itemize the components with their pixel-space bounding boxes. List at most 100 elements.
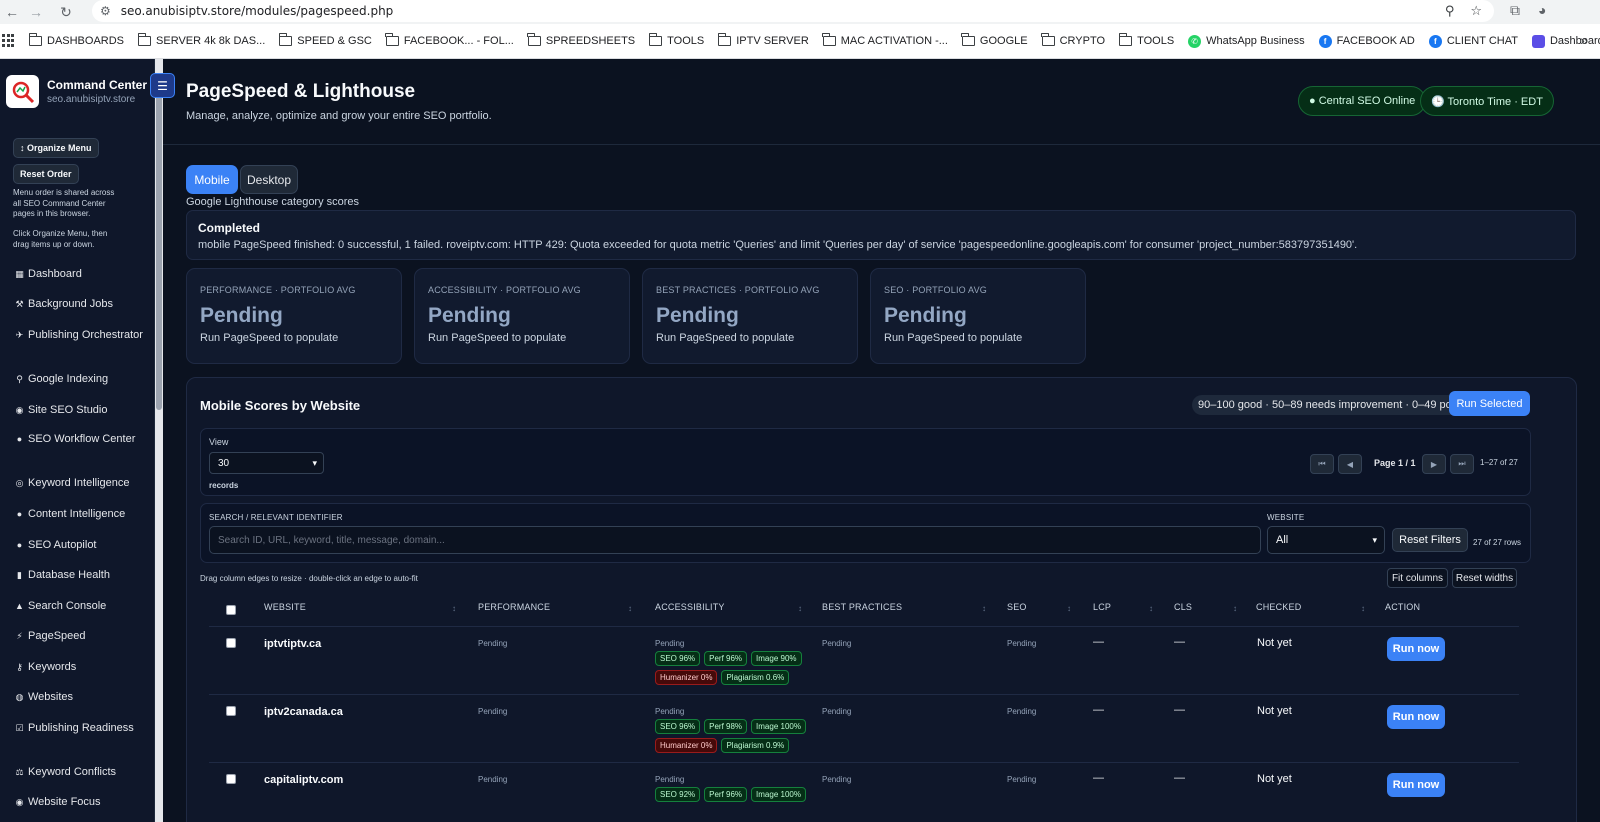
sidebar-item-database-health[interactable]: ▮ Database Health bbox=[14, 569, 144, 582]
column-header-cls[interactable]: CLS bbox=[1174, 602, 1192, 612]
sidebar-item-background-jobs[interactable]: ⚒ Background Jobs bbox=[14, 298, 144, 311]
folder-icon bbox=[822, 33, 836, 46]
column-header-performance[interactable]: PERFORMANCE bbox=[478, 602, 550, 612]
bookmark-label: TOOLS bbox=[1137, 35, 1175, 47]
column-header-lcp[interactable]: LCP bbox=[1093, 602, 1111, 612]
sort-icon[interactable]: ↕ bbox=[982, 604, 986, 613]
bookmark-item[interactable]: ✆ WhatsApp Business bbox=[1181, 29, 1311, 53]
website-cell[interactable]: iptvtiptv.ca bbox=[264, 638, 321, 650]
first-page-icon[interactable]: ⏮ bbox=[1310, 454, 1334, 474]
column-header-website[interactable]: WEBSITE bbox=[264, 602, 306, 612]
bookmark-item[interactable]: FACEBOOK... - FOL... bbox=[379, 29, 521, 53]
bookmark-item[interactable]: IPTV SERVER bbox=[711, 29, 816, 53]
bookmarks-overflow-icon[interactable]: » bbox=[1580, 32, 1588, 48]
forward-arrow-icon[interactable]: → bbox=[24, 0, 48, 24]
sidebar-item-keyword-intelligence[interactable]: ◎ Keyword Intelligence bbox=[14, 477, 144, 490]
sidebar-item-keyword-conflicts[interactable]: ⚖ Keyword Conflicts bbox=[14, 766, 144, 779]
tab-desktop[interactable]: Desktop bbox=[240, 165, 298, 194]
sidebar-item-search-console[interactable]: ▲ Search Console bbox=[14, 600, 144, 613]
bookmark-item[interactable]: Dashboard bbox=[1525, 29, 1600, 53]
prev-page-icon[interactable]: ◀ bbox=[1338, 454, 1362, 474]
sidebar-item-content-intelligence[interactable]: ● Content Intelligence bbox=[14, 508, 144, 521]
scores-panel: Mobile Scores by Website 90–100 good · 5… bbox=[186, 377, 1577, 822]
sidebar-scroll-thumb[interactable] bbox=[156, 75, 162, 410]
sort-icon[interactable]: ↕ bbox=[1361, 604, 1365, 613]
bookmark-item[interactable]: TOOLS bbox=[642, 29, 711, 53]
address-bar[interactable]: ⚙ seo.anubisiptv.store/modules/pagespeed… bbox=[92, 0, 1494, 22]
sidebar-toggle-menu-icon[interactable]: ☰ bbox=[150, 73, 175, 98]
row-checkbox[interactable] bbox=[226, 638, 236, 648]
bookmark-item[interactable]: MAC ACTIVATION -... bbox=[816, 29, 955, 53]
next-page-icon[interactable]: ▶ bbox=[1422, 454, 1446, 474]
reset-order-button[interactable]: Reset Order bbox=[13, 164, 79, 184]
sort-icon[interactable]: ↕ bbox=[798, 604, 802, 613]
bookmark-item[interactable]: SPREEDSHEETS bbox=[521, 29, 642, 53]
apps-grid-icon[interactable] bbox=[2, 34, 14, 48]
sidebar-item-google-indexing[interactable]: ⚲ Google Indexing bbox=[14, 373, 144, 386]
run-now-button[interactable]: Run now bbox=[1387, 773, 1445, 797]
row-checkbox[interactable] bbox=[226, 774, 236, 784]
sidebar-item-seo-autopilot[interactable]: ● SEO Autopilot bbox=[14, 539, 144, 552]
sidebar-item-label: Dashboard bbox=[28, 268, 82, 280]
column-header-accessibility[interactable]: ACCESSIBILITY bbox=[655, 602, 725, 612]
score-badge: Image 100% bbox=[751, 787, 806, 802]
row-checkbox[interactable] bbox=[226, 706, 236, 716]
column-header-best-practices[interactable]: BEST PRACTICES bbox=[822, 602, 902, 612]
reset-widths-button[interactable]: Reset widths bbox=[1452, 568, 1517, 588]
sort-icon[interactable]: ↕ bbox=[1067, 604, 1071, 613]
bookmark-item[interactable]: CRYPTO bbox=[1035, 29, 1112, 53]
records-per-page-select[interactable]: 30 ▾ bbox=[209, 452, 324, 474]
stat-value: Pending bbox=[428, 304, 511, 327]
search-label: SEARCH / RELEVANT IDENTIFIER bbox=[209, 513, 343, 522]
sidebar-item-keywords[interactable]: ⚷ Keywords bbox=[14, 661, 144, 674]
sidebar-item-dashboard[interactable]: ▦ Dashboard bbox=[14, 268, 144, 281]
sidebar-scrollbar[interactable] bbox=[155, 59, 163, 822]
last-page-icon[interactable]: ⏭ bbox=[1450, 454, 1474, 474]
bookmark-item[interactable]: f FACEBOOK AD bbox=[1312, 29, 1422, 53]
bookmark-item[interactable]: f CLIENT CHAT bbox=[1422, 29, 1525, 53]
column-header-seo[interactable]: SEO bbox=[1007, 602, 1027, 612]
sidebar-item-website-focus[interactable]: ◉ Website Focus bbox=[14, 796, 144, 809]
tab-mobile[interactable]: Mobile bbox=[186, 165, 238, 194]
nav-icon: ◉ bbox=[15, 797, 24, 807]
site-settings-icon[interactable]: ⚙ bbox=[100, 4, 111, 18]
select-all-checkbox[interactable] bbox=[226, 605, 236, 615]
column-header-checked[interactable]: CHECKED bbox=[1256, 602, 1301, 612]
website-filter-select[interactable]: All ▾ bbox=[1267, 526, 1385, 554]
column-header-action[interactable]: ACTION bbox=[1385, 602, 1420, 612]
sidebar-item-pagespeed[interactable]: ⚡ PageSpeed bbox=[14, 630, 144, 643]
sort-icon[interactable]: ↕ bbox=[628, 604, 632, 613]
run-selected-button[interactable]: Run Selected bbox=[1449, 391, 1530, 416]
extensions-icon[interactable]: ⧉ bbox=[1510, 2, 1520, 19]
bookmark-item[interactable]: SERVER 4k 8k DAS... bbox=[131, 29, 272, 53]
reload-icon[interactable]: ↻ bbox=[54, 0, 78, 24]
reset-filters-button[interactable]: Reset Filters bbox=[1392, 528, 1468, 552]
zoom-icon[interactable]: ⚲ bbox=[1445, 3, 1455, 19]
back-arrow-icon[interactable]: ← bbox=[0, 0, 24, 24]
sort-icon[interactable]: ↕ bbox=[1233, 604, 1237, 613]
fit-columns-button[interactable]: Fit columns bbox=[1387, 568, 1448, 588]
organize-menu-button[interactable]: ↕ Organize Menu bbox=[13, 138, 99, 158]
sort-icon[interactable]: ↕ bbox=[1149, 604, 1153, 613]
bookmark-item[interactable]: TOOLS bbox=[1112, 29, 1181, 53]
sort-icon[interactable]: ↕ bbox=[452, 604, 456, 613]
website-cell[interactable]: iptv2canada.ca bbox=[264, 706, 343, 718]
website-cell[interactable]: capitaliptv.com bbox=[264, 774, 343, 786]
bookmark-item[interactable]: GOOGLE bbox=[955, 29, 1035, 53]
search-input[interactable] bbox=[209, 526, 1261, 554]
bookmark-item[interactable]: SPEED & GSC bbox=[272, 29, 379, 53]
brand[interactable]: Command Center seo.anubisiptv.store bbox=[6, 75, 147, 108]
sidebar-item-publishing-readiness[interactable]: ☑ Publishing Readiness bbox=[14, 722, 144, 735]
run-now-button[interactable]: Run now bbox=[1387, 705, 1445, 729]
run-now-button[interactable]: Run now bbox=[1387, 637, 1445, 661]
performance-cell: Pending bbox=[478, 639, 508, 648]
bookmark-item[interactable]: DASHBOARDS bbox=[22, 29, 131, 53]
sidebar-item-site-seo-studio[interactable]: ◉ Site SEO Studio bbox=[14, 404, 144, 417]
whatsapp-icon: ✆ bbox=[1188, 34, 1202, 48]
sidebar-item-seo-workflow-center[interactable]: ● SEO Workflow Center bbox=[14, 433, 144, 446]
profile-avatar-icon[interactable]: ◕ bbox=[1538, 2, 1546, 19]
sidebar-item-publishing-orchestrator[interactable]: ✈ Publishing Orchestrator bbox=[14, 329, 144, 342]
bookmark-star-icon[interactable]: ☆ bbox=[1470, 3, 1482, 19]
sidebar-item-websites[interactable]: ◍ Websites bbox=[14, 691, 144, 704]
nav-icon: ◎ bbox=[15, 478, 24, 488]
